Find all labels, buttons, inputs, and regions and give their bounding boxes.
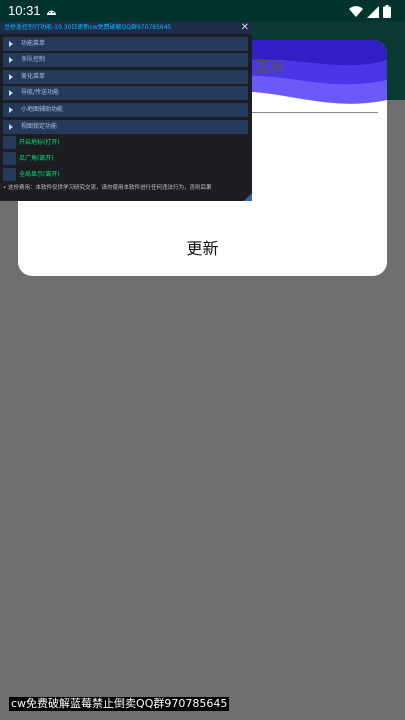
toggle-checkbox[interactable] <box>3 136 16 149</box>
battery-icon <box>383 5 391 18</box>
menu-item-navigation[interactable]: 导航/传送功能 <box>3 86 248 100</box>
toggle-checkbox[interactable] <box>3 168 16 181</box>
triangle-right-icon <box>9 89 13 96</box>
divider <box>233 112 378 113</box>
wifi-icon <box>349 5 363 17</box>
menu-item-team[interactable]: 多队控制 <box>3 53 248 67</box>
menu-item-label: 功能菜单 <box>21 40 46 47</box>
dialog-title: 更新 <box>255 59 286 76</box>
menu-item-function[interactable]: 功能菜单 <box>3 37 248 51</box>
toggle-checkbox[interactable] <box>3 152 16 165</box>
menu-item-label: 视图锁定功能 <box>21 123 58 130</box>
android-debug-icon <box>47 10 56 15</box>
toggle-label: 瓜广角(离开) <box>19 155 54 162</box>
close-icon[interactable]: ✕ <box>241 22 249 34</box>
triangle-right-icon <box>9 56 13 63</box>
menu-header[interactable]: 豆桥遥控烈行功能-10.30日更新cw免费破解QQ群970785645 <box>0 22 252 34</box>
triangle-right-icon <box>9 40 13 47</box>
triangle-right-icon <box>9 123 13 130</box>
update-button[interactable]: 更新 <box>18 235 387 259</box>
triangle-right-icon <box>9 106 13 113</box>
menu-item-label: 小地图辅助功能 <box>21 106 64 113</box>
resize-handle[interactable] <box>244 193 252 201</box>
disclaimer-text: • 这份费用：本软件仅供学习研究交流，请勿使用本软件进行任何违法行为，否则后果 <box>3 185 212 191</box>
menu-item-beautify[interactable]: 美化菜单 <box>3 70 248 84</box>
toggle-label: 开启地标(打开) <box>19 139 60 146</box>
toggle-label: 全局显示(离开) <box>19 171 60 178</box>
menu-item-label: 多队控制 <box>21 56 46 63</box>
menu-item-view-lock[interactable]: 视图锁定功能 <box>3 120 248 134</box>
menu-item-minimap[interactable]: 小地图辅助功能 <box>3 103 248 117</box>
menu-item-label: 美化菜单 <box>21 73 46 80</box>
status-time: 10:31 <box>8 3 41 18</box>
signal-icon <box>367 5 379 18</box>
watermark-text: cw免费破解蓝莓禁止倒卖QQ群970785645 <box>9 697 230 711</box>
menu-item-label: 导航/传送功能 <box>21 89 60 96</box>
status-bar: 10:31 <box>0 0 405 22</box>
floating-menu: 豆桥遥控烈行功能-10.30日更新cw免费破解QQ群970785645 ✕ 功能… <box>0 22 252 201</box>
triangle-right-icon <box>9 73 13 80</box>
